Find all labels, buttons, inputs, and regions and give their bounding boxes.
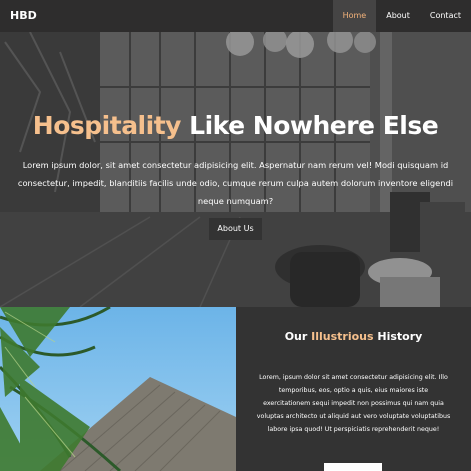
history-title: Our Illustrious History — [236, 330, 471, 343]
history-panel: Our Illustrious History Lorem, ipsum dol… — [236, 307, 471, 471]
history-section: Our Illustrious History Lorem, ipsum dol… — [0, 307, 471, 471]
hero-title-accent: Hospitality — [32, 111, 182, 140]
nav-link-contact[interactable]: Contact — [420, 0, 471, 32]
hero-title: Hospitality Like Nowhere Else — [0, 111, 471, 140]
history-button[interactable] — [324, 463, 382, 471]
nav-link-about[interactable]: About — [376, 0, 420, 32]
hero-title-rest: Like Nowhere Else — [180, 111, 439, 140]
history-title-prefix: Our — [284, 330, 312, 343]
hero-text: Lorem ipsum dolor, sit amet consectetur … — [17, 160, 454, 206]
history-title-accent: Illustrious — [311, 330, 374, 343]
navbar: HBD Home About Contact — [0, 0, 471, 32]
palm-roof-photo — [0, 307, 236, 471]
nav-link-home[interactable]: Home — [332, 0, 377, 32]
brand-logo[interactable]: HBD — [10, 9, 37, 22]
palm-roof-image — [0, 307, 236, 471]
nav-links: Home About Contact — [332, 0, 471, 32]
hero-section: Hospitality Like Nowhere Else Lorem ipsu… — [0, 32, 471, 307]
history-text: Lorem, ipsum dolor sit amet consectetur … — [256, 374, 451, 433]
about-us-button[interactable]: About Us — [209, 218, 262, 240]
history-title-suffix: History — [373, 330, 423, 343]
